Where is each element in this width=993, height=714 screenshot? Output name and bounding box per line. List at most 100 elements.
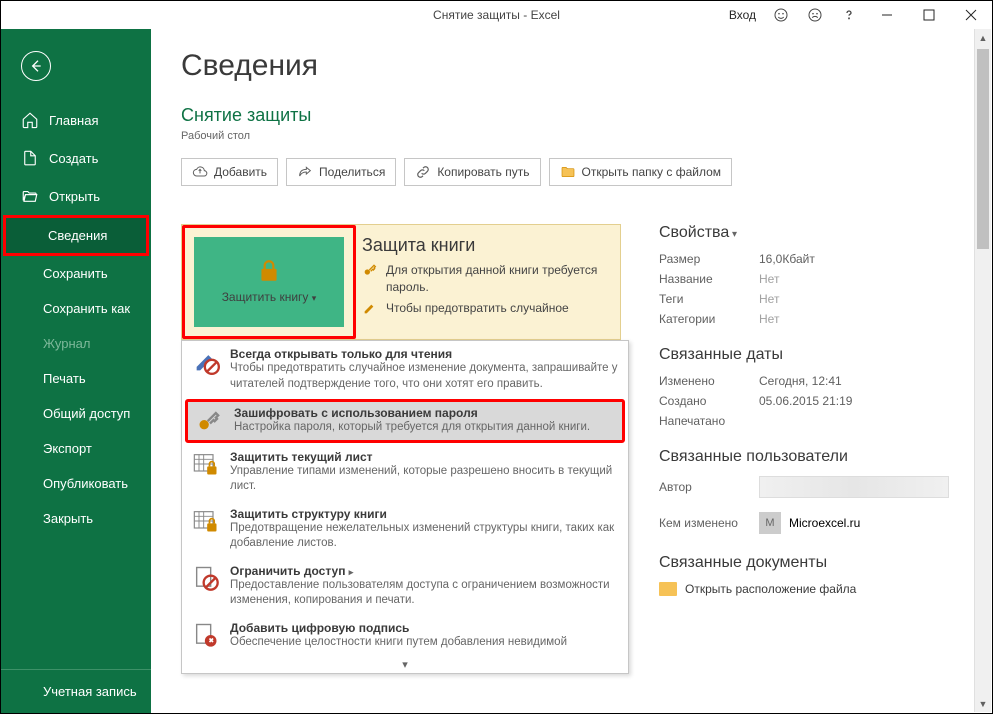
- prop-size-value: 16,0Кбайт: [759, 252, 815, 266]
- prop-author-value[interactable]: [759, 476, 949, 498]
- copy-path-button[interactable]: Копировать путь: [404, 158, 540, 186]
- close-button[interactable]: [950, 1, 992, 29]
- maximize-button[interactable]: [908, 1, 950, 29]
- prop-author-label: Автор: [659, 480, 759, 494]
- sidebar-item-label: Открыть: [49, 189, 100, 204]
- lock-icon: [256, 258, 282, 284]
- sidebar-item-label: Сохранить как: [43, 301, 130, 316]
- sidebar-item-label: Учетная запись: [43, 684, 137, 699]
- related-users-heading: Связанные пользователи: [659, 448, 962, 466]
- sidebar-item-label: Опубликовать: [43, 476, 128, 491]
- prop-created-label: Создано: [659, 394, 759, 408]
- upload-button[interactable]: Добавить: [181, 158, 278, 186]
- share-icon: [297, 164, 313, 180]
- prop-lastmod-label: Кем изменено: [659, 516, 759, 530]
- sidebar-item-new[interactable]: Создать: [1, 139, 151, 177]
- sidebar-item-share[interactable]: Общий доступ: [1, 396, 151, 431]
- prop-categories-label: Категории: [659, 312, 759, 326]
- prop-title-label: Название: [659, 272, 759, 286]
- home-icon: [21, 111, 39, 129]
- prop-tags-value[interactable]: Нет: [759, 292, 779, 306]
- sidebar-item-label: Закрыть: [43, 511, 93, 526]
- scroll-down-button[interactable]: ▼: [975, 695, 991, 712]
- vertical-scrollbar[interactable]: ▲ ▼: [974, 29, 991, 712]
- menu-item-readonly[interactable]: Всегда открывать только для чтения Чтобы…: [182, 341, 628, 398]
- sheet-lock-icon: [192, 450, 220, 478]
- signature-icon: [192, 621, 220, 649]
- folder-icon: [659, 582, 677, 596]
- open-folder-button[interactable]: Открыть папку с файлом: [549, 158, 733, 186]
- smile-icon[interactable]: [764, 7, 798, 23]
- sidebar-item-save[interactable]: Сохранить: [1, 256, 151, 291]
- sidebar-item-print[interactable]: Печать: [1, 361, 151, 396]
- key-lock-icon: [196, 406, 224, 434]
- menu-overflow-indicator[interactable]: ▾: [182, 656, 628, 673]
- open-icon: [21, 187, 39, 205]
- help-icon[interactable]: [832, 7, 866, 23]
- protect-workbook-panel: Защитить книгу ▾ Защита книги Для открыт…: [181, 224, 621, 340]
- prop-modified-value: Сегодня, 12:41: [759, 374, 842, 388]
- login-link[interactable]: Вход: [729, 8, 756, 22]
- protect-dropdown-menu: Всегда открывать только для чтения Чтобы…: [181, 340, 629, 674]
- title-bar: Снятие защиты - Excel Вход: [1, 1, 992, 29]
- page-title: Сведения: [181, 49, 962, 83]
- prop-printed-label: Напечатано: [659, 414, 759, 428]
- prop-title-value[interactable]: Нет: [759, 272, 779, 286]
- key-icon: [362, 262, 378, 278]
- sidebar-item-export[interactable]: Экспорт: [1, 431, 151, 466]
- properties-panel: Свойства Размер16,0Кбайт НазваниеНет Тег…: [659, 224, 962, 674]
- protect-workbook-button[interactable]: Защитить книгу ▾: [194, 237, 344, 327]
- sidebar-item-close[interactable]: Закрыть: [1, 501, 151, 536]
- menu-item-protect-sheet[interactable]: Защитить текущий лист Управление типами …: [182, 444, 628, 501]
- sidebar-item-label: Экспорт: [43, 441, 92, 456]
- sidebar-item-label: Печать: [43, 371, 86, 386]
- menu-item-restrict-access[interactable]: Ограничить доступ ▸ Предоставление польз…: [182, 558, 628, 615]
- menu-item-protect-structure[interactable]: Защитить структуру книги Предотвращение …: [182, 501, 628, 558]
- sidebar-item-label: Сведения: [48, 228, 107, 243]
- sidebar-item-label: Сохранить: [43, 266, 108, 281]
- new-icon: [21, 149, 39, 167]
- sidebar-item-home[interactable]: Главная: [1, 101, 151, 139]
- sidebar-item-info[interactable]: Сведения: [3, 215, 149, 256]
- main-content: Сведения Снятие защиты Рабочий стол Доба…: [151, 29, 992, 713]
- frown-icon[interactable]: [798, 7, 832, 23]
- menu-item-encrypt[interactable]: Зашифровать с использованием пароля Наст…: [186, 400, 624, 442]
- prop-created-value: 05.06.2015 21:19: [759, 394, 852, 408]
- cloud-upload-icon: [192, 164, 208, 180]
- sidebar-item-label: Журнал: [43, 336, 90, 351]
- sidebar-item-label: Главная: [49, 113, 98, 128]
- scroll-thumb[interactable]: [977, 49, 989, 249]
- backstage-sidebar: Главная Создать Открыть Сведения Сохрани…: [1, 29, 151, 713]
- minimize-button[interactable]: [866, 1, 908, 29]
- related-docs-heading: Связанные документы: [659, 554, 962, 572]
- pencil-icon: [362, 300, 378, 316]
- prop-lastmod-user[interactable]: MMicroexcel.ru: [759, 512, 860, 534]
- sidebar-item-account[interactable]: Учетная запись: [1, 674, 151, 709]
- sidebar-item-history: Журнал: [1, 326, 151, 361]
- structure-lock-icon: [192, 507, 220, 535]
- back-button[interactable]: [21, 51, 51, 81]
- restrict-icon: [192, 564, 220, 592]
- properties-heading[interactable]: Свойства: [659, 224, 962, 242]
- open-file-location-link[interactable]: Открыть расположение файла: [659, 582, 962, 596]
- sidebar-item-label: Создать: [49, 151, 98, 166]
- sidebar-item-publish[interactable]: Опубликовать: [1, 466, 151, 501]
- prop-tags-label: Теги: [659, 292, 759, 306]
- folder-icon: [560, 164, 576, 180]
- protect-title: Защита книги: [362, 235, 608, 256]
- sidebar-item-label: Общий доступ: [43, 406, 130, 421]
- sidebar-item-open[interactable]: Открыть: [1, 177, 151, 215]
- readonly-icon: [192, 347, 220, 375]
- share-button[interactable]: Поделиться: [286, 158, 396, 186]
- prop-modified-label: Изменено: [659, 374, 759, 388]
- window-title: Снятие защиты - Excel: [433, 8, 560, 22]
- sidebar-item-saveas[interactable]: Сохранить как: [1, 291, 151, 326]
- prop-categories-value[interactable]: Нет: [759, 312, 779, 326]
- scroll-up-button[interactable]: ▲: [975, 29, 991, 46]
- user-initial: M: [759, 512, 781, 534]
- prop-size-label: Размер: [659, 252, 759, 266]
- link-icon: [415, 164, 431, 180]
- document-path: Рабочий стол: [181, 130, 962, 142]
- action-toolbar: Добавить Поделиться Копировать путь Откр…: [181, 158, 962, 186]
- menu-item-digital-signature[interactable]: Добавить цифровую подпись Обеспечение це…: [182, 615, 628, 657]
